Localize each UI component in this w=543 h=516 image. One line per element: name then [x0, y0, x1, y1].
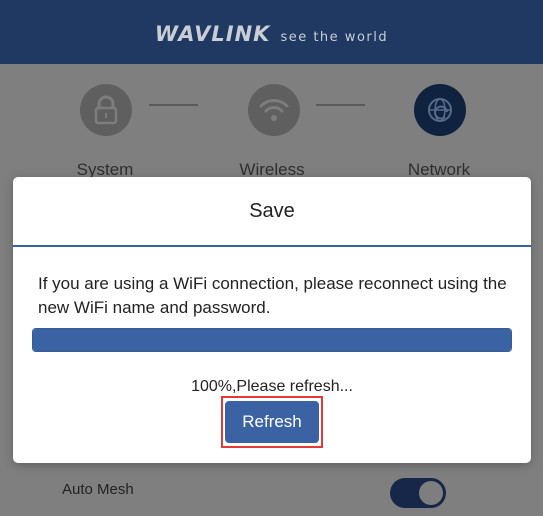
lock-icon	[94, 95, 118, 125]
brand-tagline: see the world	[280, 30, 389, 45]
refresh-button[interactable]: Refresh	[225, 401, 319, 443]
reconnect-message: If you are using a WiFi connection, plea…	[38, 274, 507, 317]
wavlink-logo: WAVLINK	[154, 22, 271, 46]
wifi-icon	[259, 99, 289, 121]
brand: WAVLINK see the world	[155, 22, 388, 46]
step-connector-2	[316, 104, 365, 106]
auto-mesh-label: Auto Mesh	[62, 481, 134, 498]
step-network-icon	[414, 84, 466, 136]
save-progress-bar	[32, 328, 512, 352]
save-dialog: Save If you are using a WiFi connection,…	[13, 177, 531, 463]
top-header: WAVLINK see the world	[0, 0, 543, 64]
globe-refresh-icon	[428, 98, 452, 122]
dialog-title: Save	[249, 199, 295, 222]
progress-fill	[33, 329, 511, 351]
dialog-divider	[13, 245, 531, 247]
step-connector-1	[149, 104, 198, 106]
progress-status-text: 100%,Please refresh...	[191, 378, 353, 395]
step-wireless-icon	[248, 84, 300, 136]
toggle-knob	[419, 481, 443, 505]
step-system-icon	[80, 84, 132, 136]
auto-mesh-toggle[interactable]	[390, 478, 446, 508]
